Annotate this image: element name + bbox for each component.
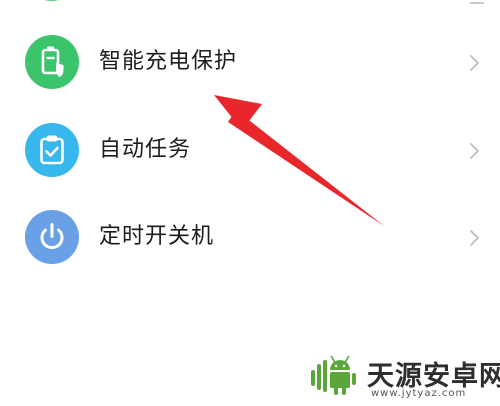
partial-divider: [470, 0, 484, 4]
chevron-right-icon: [470, 143, 479, 159]
settings-screen: 智能充电保护 自动任务 定时开关机 天源安卓网 www.jytyaz.com: [0, 0, 500, 406]
watermark: 天源安卓网 www.jytyaz.com: [305, 348, 500, 406]
android-logo-icon: [311, 355, 356, 395]
chevron-right-icon: [470, 55, 479, 71]
settings-item-label: 定时开关机: [99, 224, 215, 249]
watermark-url: www.jytyaz.com: [371, 388, 467, 399]
settings-item-scheduled-power[interactable]: 定时开关机: [0, 197, 500, 277]
battery-shield-icon: [25, 35, 79, 89]
partial-list-icon: [25, 0, 78, 1]
power-icon: [25, 210, 79, 264]
settings-item-label: 智能充电保护: [99, 49, 238, 74]
clipboard-check-icon: [25, 123, 79, 177]
settings-item-label: 自动任务: [99, 137, 192, 162]
chevron-right-icon: [470, 230, 479, 246]
settings-item-smart-charge-protection[interactable]: 智能充电保护: [0, 22, 500, 102]
settings-item-auto-task[interactable]: 自动任务: [0, 110, 500, 190]
